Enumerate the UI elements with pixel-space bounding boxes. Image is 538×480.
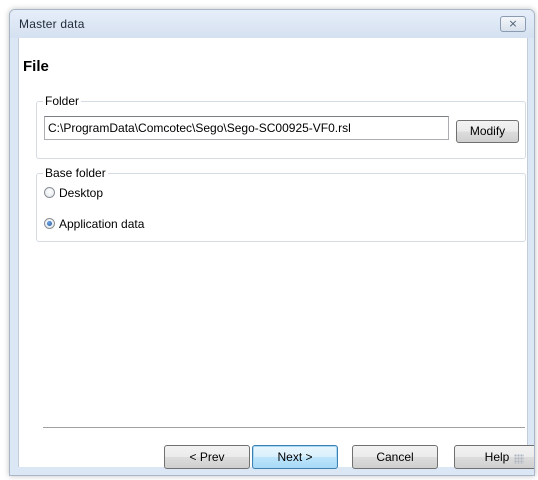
cancel-button[interactable]: Cancel xyxy=(352,445,438,469)
next-button[interactable]: Next > xyxy=(252,445,338,469)
master-data-dialog: Master data × File Folder C:\ProgramData… xyxy=(9,9,535,476)
resize-grip-icon[interactable] xyxy=(514,454,524,464)
modify-button[interactable]: Modify xyxy=(456,120,519,143)
prev-button[interactable]: < Prev xyxy=(164,445,250,469)
application-data-radio-option[interactable]: Application data xyxy=(44,216,244,232)
dialog-content: File Folder C:\ProgramData\Comcotec\Sego… xyxy=(18,38,534,469)
folder-group-label: Folder xyxy=(43,94,82,108)
base-folder-group-label: Base folder xyxy=(43,166,108,180)
folder-group: Folder C:\ProgramData\Comcotec\Sego\Sego… xyxy=(36,94,526,159)
desktop-radio-label: Desktop xyxy=(59,186,104,200)
application-data-radio-button[interactable] xyxy=(44,218,55,229)
desktop-radio-option[interactable]: Desktop xyxy=(44,185,244,201)
button-separator xyxy=(43,427,525,429)
title-bar[interactable]: Master data × xyxy=(10,10,534,38)
close-icon: × xyxy=(508,17,518,30)
page-title: File xyxy=(23,58,49,75)
close-button[interactable]: × xyxy=(500,16,526,32)
desktop-radio-button[interactable] xyxy=(44,187,55,198)
application-data-radio-label: Application data xyxy=(59,217,145,231)
window-title: Master data xyxy=(19,17,85,31)
folder-path-field[interactable]: C:\ProgramData\Comcotec\Sego\Sego-SC0092… xyxy=(44,116,449,140)
base-folder-group: Base folder Desktop Application data xyxy=(36,166,526,242)
